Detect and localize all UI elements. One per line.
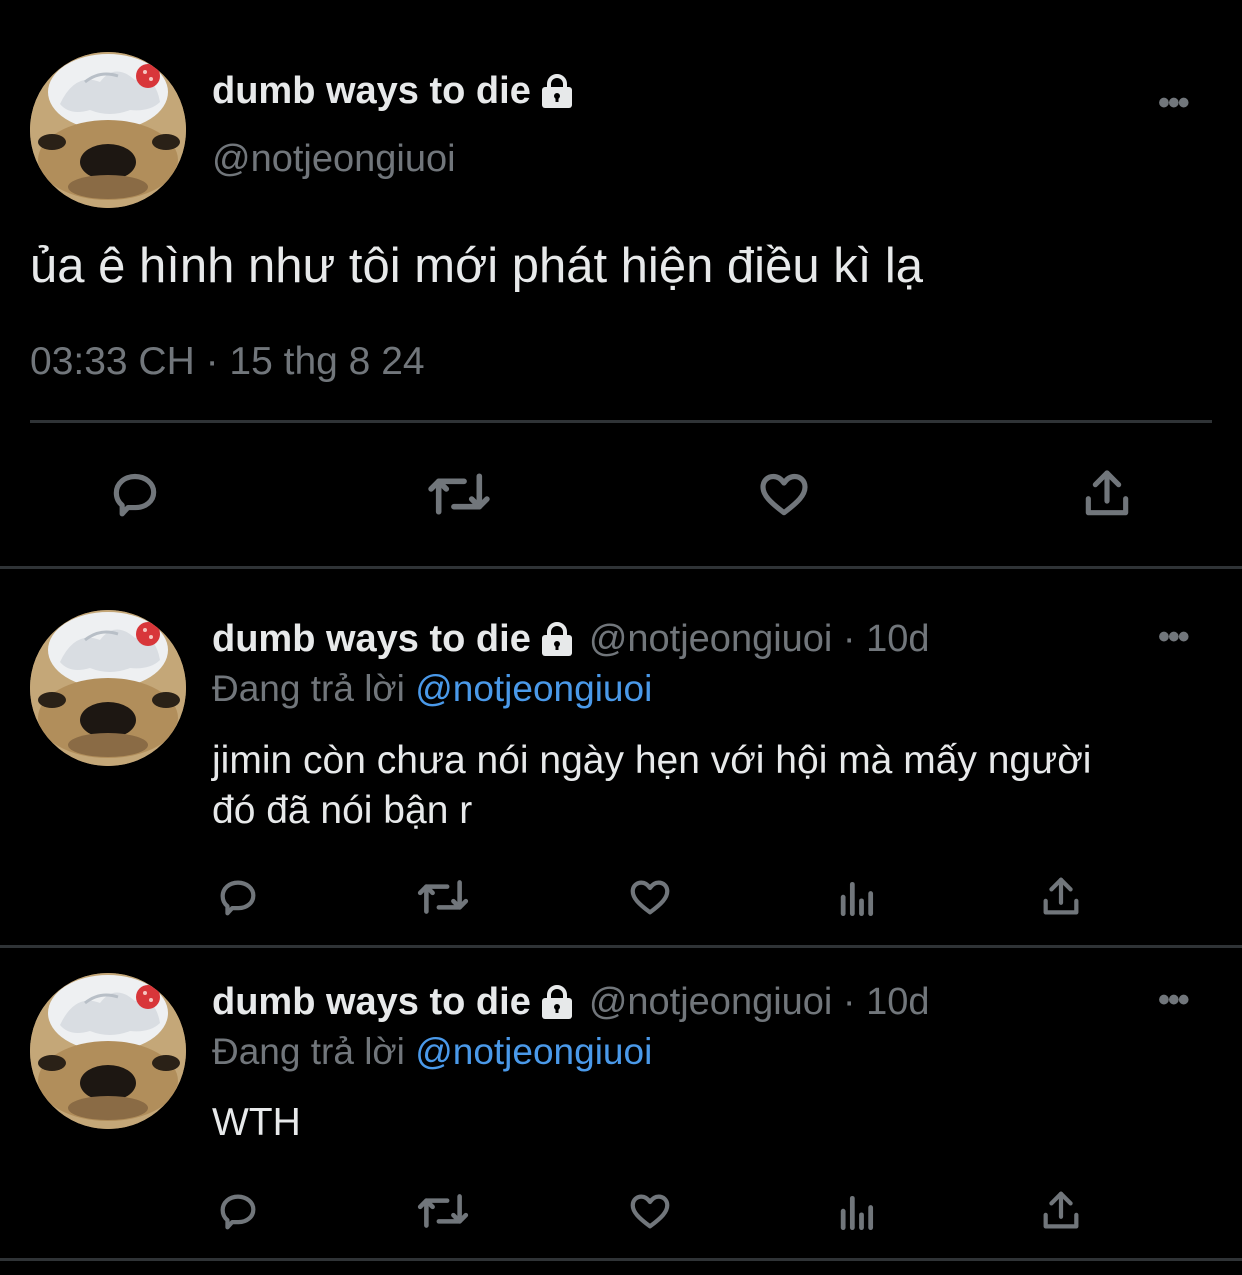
reply-button[interactable] xyxy=(212,872,264,922)
divider xyxy=(0,945,1242,948)
reply-icon xyxy=(113,473,157,517)
share-button[interactable] xyxy=(1036,872,1086,922)
lock-icon xyxy=(539,74,575,110)
retweet-button[interactable] xyxy=(414,872,472,922)
views-button[interactable] xyxy=(832,1188,880,1238)
avatar[interactable] xyxy=(30,52,186,208)
reply-text-line: jimin còn chưa nói ngày hẹn với hội mà m… xyxy=(212,739,1092,782)
reply-text-line: WTH xyxy=(212,1101,301,1144)
display-name: dumb ways to die xyxy=(212,981,531,1023)
reply-button[interactable] xyxy=(212,1186,264,1236)
author-name[interactable]: dumb ways to die xyxy=(212,70,575,113)
mention-link[interactable]: @notjeongiuoi xyxy=(415,668,652,709)
author-handle-time[interactable]: @notjeongiuoi · 10d xyxy=(589,618,930,661)
reply-button[interactable] xyxy=(100,462,170,526)
lock-icon xyxy=(539,622,575,658)
reply-icon xyxy=(220,1194,256,1230)
author-handle[interactable]: @notjeongiuoi xyxy=(212,138,456,181)
author-name[interactable]: dumb ways to die @notjeongiuoi · 10d xyxy=(212,981,930,1024)
reply-text: WTH xyxy=(212,1098,301,1148)
lock-icon xyxy=(539,985,575,1021)
tweet-timestamp[interactable]: 03:33 CH · 15 thg 8 24 xyxy=(30,340,425,384)
share-icon xyxy=(1043,1191,1079,1229)
more-options-button[interactable]: ••• xyxy=(1158,618,1190,657)
author-handle-time[interactable]: @notjeongiuoi · 10d xyxy=(589,981,930,1024)
divider xyxy=(0,566,1242,569)
views-icon xyxy=(840,881,874,917)
replying-to: Đang trả lời @notjeongiuoi xyxy=(212,668,652,710)
replying-label: Đang trả lời xyxy=(212,668,405,709)
divider xyxy=(30,420,1212,423)
share-button[interactable] xyxy=(1036,1186,1086,1236)
share-icon xyxy=(1085,470,1129,516)
more-options-button[interactable]: ••• xyxy=(1158,84,1190,123)
retweet-button[interactable] xyxy=(423,462,495,526)
reply-icon xyxy=(220,880,256,916)
replying-label: Đang trả lời xyxy=(212,1031,405,1072)
divider xyxy=(0,1258,1242,1261)
reply-text: jimin còn chưa nói ngày hẹn với hội mà m… xyxy=(212,736,1091,836)
share-button[interactable] xyxy=(1074,462,1140,526)
retweet-button[interactable] xyxy=(414,1186,472,1236)
display-name: dumb ways to die xyxy=(212,70,531,112)
tweet-text: ủa ê hình như tôi mới phát hiện điều kì … xyxy=(30,239,924,293)
more-options-button[interactable]: ••• xyxy=(1158,981,1190,1020)
views-icon xyxy=(840,1195,874,1231)
heart-icon xyxy=(630,1194,670,1229)
avatar[interactable] xyxy=(30,973,186,1129)
display-name: dumb ways to die xyxy=(212,618,531,660)
author-name[interactable]: dumb ways to die @notjeongiuoi · 10d xyxy=(212,618,930,661)
mention-link[interactable]: @notjeongiuoi xyxy=(415,1031,652,1072)
like-button[interactable] xyxy=(624,1186,676,1236)
heart-icon xyxy=(630,880,670,915)
heart-icon xyxy=(760,473,808,516)
like-button[interactable] xyxy=(750,462,818,526)
avatar[interactable] xyxy=(30,610,186,766)
retweet-icon xyxy=(428,473,490,515)
retweet-icon xyxy=(417,880,469,914)
views-button[interactable] xyxy=(832,874,880,924)
share-icon xyxy=(1043,877,1079,915)
replying-to: Đang trả lời @notjeongiuoi xyxy=(212,1031,652,1073)
like-button[interactable] xyxy=(624,872,676,922)
retweet-icon xyxy=(417,1194,469,1228)
reply-text-line: đó đã nói bận r xyxy=(212,789,473,832)
